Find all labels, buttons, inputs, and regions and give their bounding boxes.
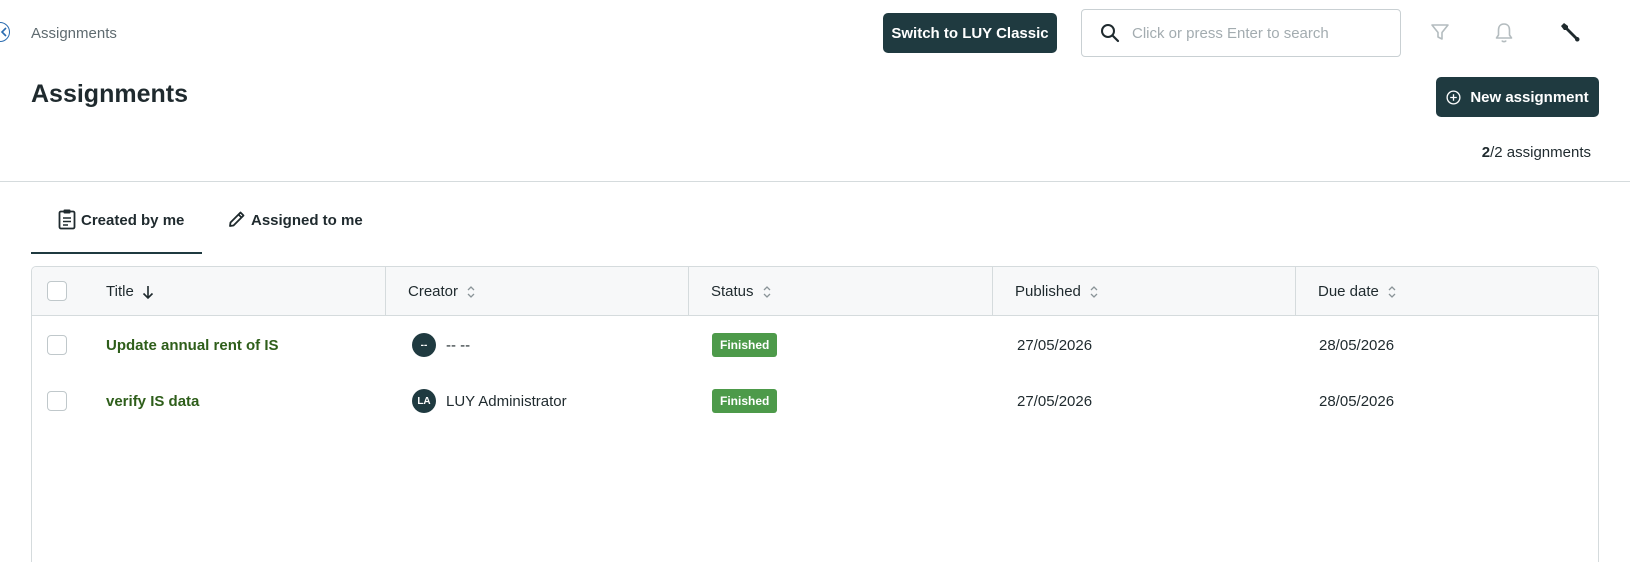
- clipboard-icon: [57, 208, 77, 230]
- chevron-left-icon: [0, 27, 7, 37]
- tab-created-by-me-label: Created by me: [81, 212, 185, 229]
- search-box[interactable]: [1081, 9, 1401, 57]
- column-header-due-date[interactable]: Due date: [1318, 267, 1397, 316]
- column-header-published[interactable]: Published: [1015, 267, 1099, 316]
- assignments-page: Assignments Switch to LUY Classic Assign…: [0, 0, 1630, 562]
- column-header-due-date-label: Due date: [1318, 283, 1379, 300]
- search-input[interactable]: [1130, 23, 1400, 43]
- creator-name: -- --: [446, 336, 471, 354]
- row-checkbox[interactable]: [47, 335, 67, 355]
- status-badge: Finished: [712, 333, 778, 357]
- sort-icon: [1387, 284, 1397, 300]
- creator-name: LUY Administrator: [446, 392, 567, 410]
- table-row[interactable]: verify IS data LA LUY Administrator Fini…: [32, 373, 1598, 429]
- table-header: Title Creator Status Published Due date: [32, 267, 1598, 316]
- due-date: 28/05/2026: [1319, 336, 1395, 354]
- assignment-count-shown: 2: [1481, 144, 1491, 161]
- pencil-icon: [227, 209, 247, 229]
- sidebar-toggle-button[interactable]: [0, 22, 10, 42]
- assignment-count-total: /2 assignments: [1490, 144, 1591, 161]
- sort-icon: [1089, 284, 1099, 300]
- bell-icon[interactable]: [1494, 22, 1514, 44]
- filter-icon[interactable]: [1430, 22, 1450, 42]
- header-divider: [0, 181, 1630, 182]
- sort-icon: [762, 284, 772, 300]
- breadcrumb[interactable]: Assignments: [31, 25, 117, 42]
- tab-created-by-me[interactable]: Created by me: [57, 209, 185, 254]
- column-header-status-label: Status: [711, 283, 754, 300]
- page-title: Assignments: [31, 80, 188, 108]
- search-icon: [1100, 23, 1120, 43]
- row-checkbox[interactable]: [47, 391, 67, 411]
- published-date: 27/05/2026: [1017, 336, 1093, 354]
- new-assignment-label: New assignment: [1470, 88, 1589, 106]
- column-header-title-label: Title: [106, 283, 134, 300]
- active-tab-indicator: [31, 252, 202, 254]
- new-assignment-button[interactable]: New assignment: [1436, 77, 1599, 117]
- published-date: 27/05/2026: [1017, 392, 1093, 410]
- column-separator: [385, 267, 386, 316]
- avatar: LA: [412, 389, 436, 413]
- tab-assigned-to-me[interactable]: Assigned to me: [227, 209, 363, 254]
- table-row[interactable]: Update annual rent of IS -- -- -- Finish…: [32, 317, 1598, 373]
- column-header-creator-label: Creator: [408, 283, 459, 300]
- column-header-published-label: Published: [1015, 283, 1081, 300]
- assignment-title-link[interactable]: Update annual rent of IS: [106, 337, 279, 354]
- plus-circle-icon: [1446, 89, 1461, 105]
- status-badge: Finished: [712, 389, 778, 413]
- column-header-creator[interactable]: Creator: [408, 267, 476, 316]
- column-header-status[interactable]: Status: [711, 267, 772, 316]
- column-separator: [688, 267, 689, 316]
- column-header-title[interactable]: Title: [106, 267, 154, 316]
- sort-icon: [466, 284, 476, 300]
- tab-assigned-to-me-label: Assigned to me: [251, 212, 363, 229]
- assignments-table: Title Creator Status Published Due date …: [31, 266, 1599, 562]
- switch-to-classic-button[interactable]: Switch to LUY Classic: [883, 13, 1057, 53]
- wrench-icon[interactable]: [1558, 20, 1582, 44]
- column-separator: [1295, 267, 1296, 316]
- select-all-checkbox[interactable]: [47, 281, 67, 301]
- avatar: --: [412, 333, 436, 357]
- sort-descending-icon: [142, 284, 154, 300]
- column-separator: [992, 267, 993, 316]
- due-date: 28/05/2026: [1319, 392, 1395, 410]
- assignment-count: 2/2 assignments: [1482, 144, 1591, 161]
- assignment-title-link[interactable]: verify IS data: [106, 393, 199, 410]
